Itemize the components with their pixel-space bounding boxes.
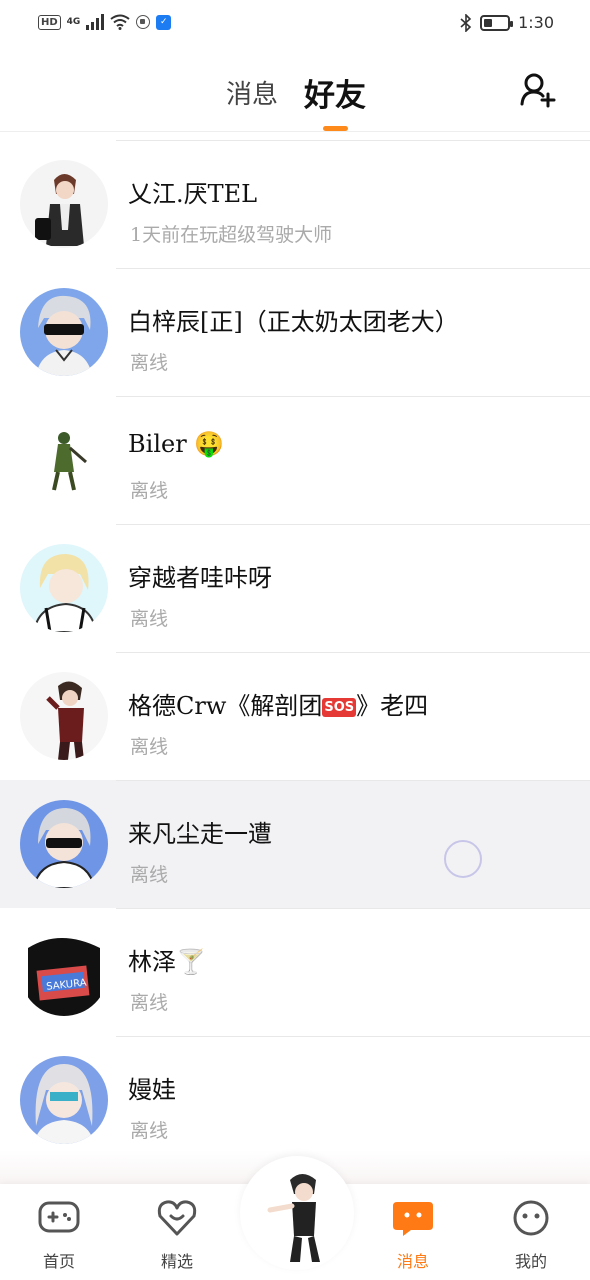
signal-icon	[86, 14, 105, 30]
chat-bubble-icon	[393, 1202, 433, 1236]
nav-featured[interactable]: 精选	[137, 1198, 217, 1272]
row-divider	[116, 652, 590, 653]
friend-emoji: 🤑	[194, 430, 225, 458]
friend-name: 来凡尘走一遭	[128, 820, 272, 848]
avatar[interactable]	[20, 800, 108, 888]
friend-row[interactable]: 白梓辰[正]（正太奶太团老大） 离线	[0, 268, 590, 396]
face-icon	[513, 1200, 549, 1236]
nav-featured-label: 精选	[160, 1252, 193, 1271]
friend-name: 白梓辰[正]（正太奶太团老大）	[128, 308, 459, 336]
row-divider	[116, 268, 590, 269]
friend-name: 穿越者哇咔呀	[128, 564, 272, 592]
nav-home-label: 首页	[42, 1252, 75, 1271]
battery-icon	[480, 14, 514, 31]
friend-row[interactable]: 格德Crw《解剖团 SOS》老四 离线	[0, 652, 590, 780]
avatar[interactable]: SAKURA	[20, 928, 108, 1016]
avatar[interactable]	[20, 288, 108, 376]
avatar[interactable]	[20, 160, 108, 248]
top-header: 消息 好友	[0, 50, 590, 132]
nav-messages-label: 消息	[396, 1252, 429, 1271]
status-bar-right: 1:30	[460, 13, 554, 32]
wifi-icon	[110, 14, 130, 30]
friend-row[interactable]: 乂江.厌TEL 1天前在玩超级驾驶大师	[0, 140, 590, 268]
gamepad-icon	[38, 1201, 80, 1233]
friend-status: 离线	[130, 480, 169, 502]
friend-list: 乂江.厌TEL 1天前在玩超级驾驶大师 白梓辰[正]（正太奶太团老大） 离线 B…	[0, 140, 590, 1164]
friend-row[interactable]: 穿越者哇咔呀 离线	[0, 524, 590, 652]
row-divider	[116, 396, 590, 397]
avatar[interactable]	[20, 544, 108, 632]
friend-status: 离线	[130, 864, 169, 886]
friend-name: 嫚娃	[128, 1076, 176, 1104]
friend-row[interactable]: 嫚娃 离线	[0, 1036, 590, 1164]
row-divider	[116, 780, 590, 781]
bluetooth-icon	[460, 13, 472, 32]
status-bar-left: HD 4G ✓	[38, 14, 172, 30]
heart-icon	[157, 1200, 197, 1236]
friend-row[interactable]: 来凡尘走一遭 离线	[0, 780, 590, 908]
friend-row[interactable]: SAKURA 林泽🍸 离线	[0, 908, 590, 1036]
row-divider	[116, 524, 590, 525]
friend-emoji: 🍸	[176, 948, 206, 976]
nav-me[interactable]: 我的	[491, 1198, 571, 1272]
friend-name: 格德Crw《解剖团 SOS》老四	[128, 692, 429, 720]
nav-home[interactable]: 首页	[19, 1198, 99, 1272]
friend-status: 离线	[130, 1120, 169, 1142]
friend-name: Biler 🤑	[128, 430, 225, 458]
tab-messages[interactable]: 消息	[226, 74, 278, 111]
friend-name: 林泽🍸	[128, 948, 206, 976]
friend-row[interactable]: Biler 🤑 离线	[0, 396, 590, 524]
avatar[interactable]	[20, 1056, 108, 1144]
touch-ripple	[444, 840, 482, 878]
nav-me-label: 我的	[514, 1252, 547, 1271]
row-divider	[116, 140, 590, 141]
friend-name: 乂江.厌TEL	[128, 180, 258, 208]
tab-friends[interactable]: 好友	[304, 70, 366, 115]
status-bar: HD 4G ✓ 1:30	[0, 0, 590, 50]
friend-status: 离线	[130, 736, 169, 758]
screen-record-icon	[136, 15, 151, 29]
status-time: 1:30	[518, 13, 554, 32]
add-friend-icon[interactable]	[518, 70, 558, 110]
hd-indicator: HD	[38, 14, 61, 30]
friend-status: 离线	[130, 608, 169, 630]
sos-badge: SOS	[322, 698, 357, 717]
shield-icon: ✓	[156, 14, 172, 30]
avatar[interactable]	[20, 416, 108, 504]
network-indicator: 4G	[66, 17, 81, 27]
row-divider	[116, 908, 590, 909]
friend-status: 离线	[130, 352, 169, 374]
center-character-avatar[interactable]	[250, 1166, 344, 1266]
friend-status: 离线	[130, 992, 169, 1014]
friend-status: 1天前在玩超级驾驶大师	[130, 224, 333, 246]
avatar[interactable]	[20, 672, 108, 760]
active-tab-indicator	[323, 126, 348, 131]
row-divider	[116, 1036, 590, 1037]
nav-messages[interactable]: 消息	[373, 1198, 453, 1272]
